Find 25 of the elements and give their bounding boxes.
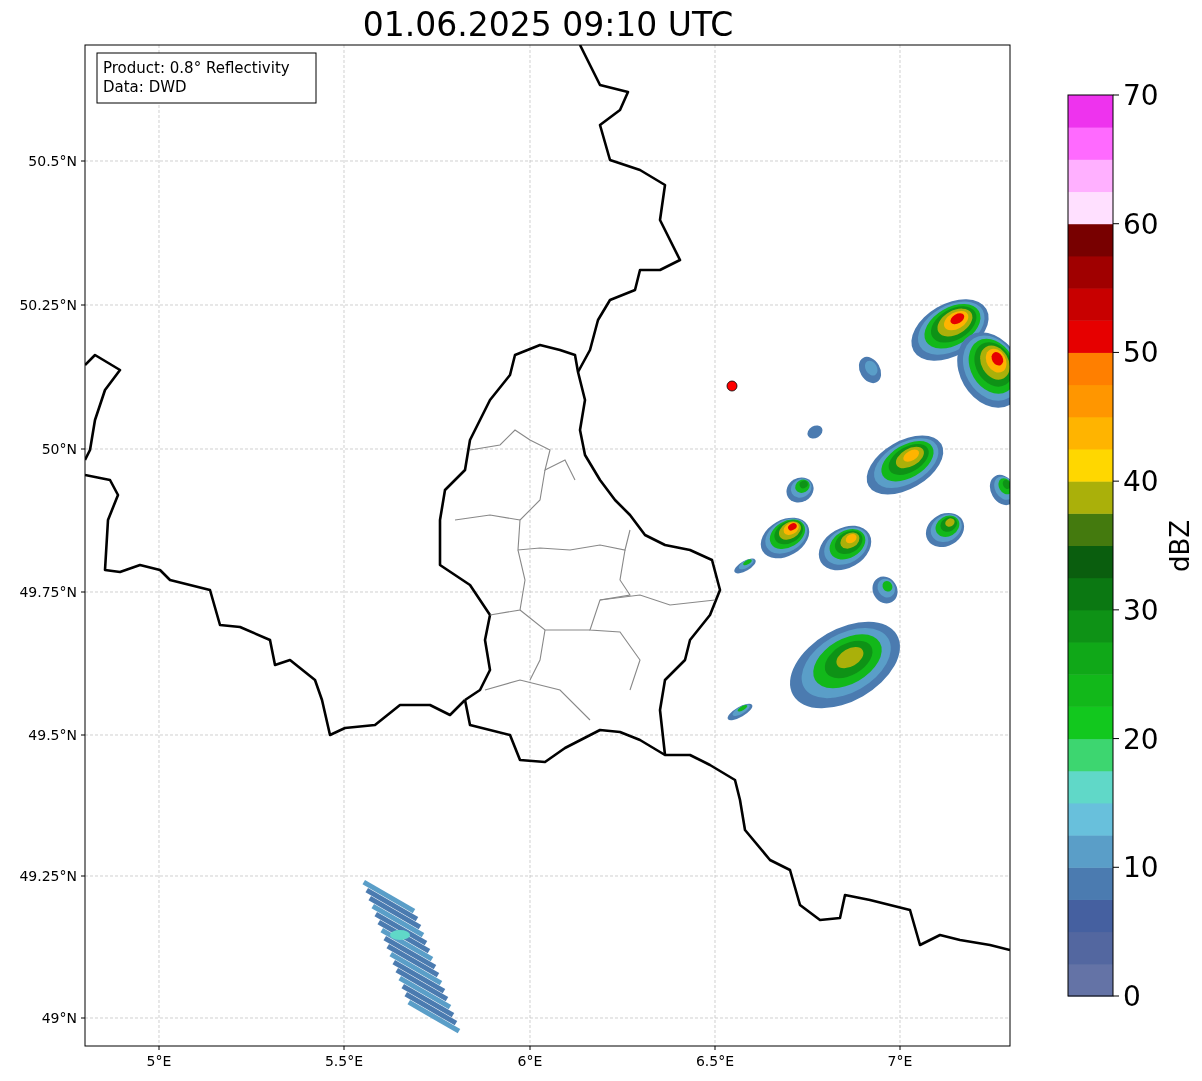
colorbar-tick-label: 10 bbox=[1123, 851, 1159, 885]
colorbar-tick-label: 30 bbox=[1123, 593, 1159, 627]
colorbar-tick-label: 0 bbox=[1123, 980, 1141, 1013]
colorbar-tick-label: 70 bbox=[1123, 79, 1159, 112]
colorbar-label: dBZ bbox=[1165, 519, 1195, 573]
axis-tick-label: 49.75°N bbox=[19, 584, 77, 600]
colorbar-tick-label: 50 bbox=[1123, 336, 1159, 370]
axis-tick-label: 49°N bbox=[41, 1010, 77, 1026]
axis-tick-label: 6.5°E bbox=[695, 1053, 735, 1069]
info-text: Product: 0.8° Reflectivity bbox=[103, 59, 290, 77]
chart-title: 01.06.2025 09:10 UTC bbox=[362, 5, 734, 44]
axis-tick-label: 49.5°N bbox=[28, 727, 77, 743]
axis-tick-label: 5°E bbox=[146, 1053, 172, 1069]
radar-site-marker bbox=[726, 380, 738, 392]
colorbar-tick-label: 60 bbox=[1123, 207, 1159, 241]
axis-tick-label: 50.25°N bbox=[19, 297, 77, 313]
axis-tick-label: 50.5°N bbox=[28, 153, 77, 169]
axis-tick-label: 49.25°N bbox=[19, 868, 77, 884]
axis-tick-label: 5.5°E bbox=[324, 1053, 364, 1069]
axis-tick-label: 50°N bbox=[41, 441, 77, 457]
axis-tick-label: 6°E bbox=[517, 1053, 543, 1069]
colorbar-tick-label: 40 bbox=[1123, 465, 1159, 499]
info-text: Data: DWD bbox=[103, 78, 187, 96]
colorbar-tick-label: 20 bbox=[1123, 722, 1159, 756]
axis-tick-label: 7°E bbox=[887, 1053, 913, 1069]
